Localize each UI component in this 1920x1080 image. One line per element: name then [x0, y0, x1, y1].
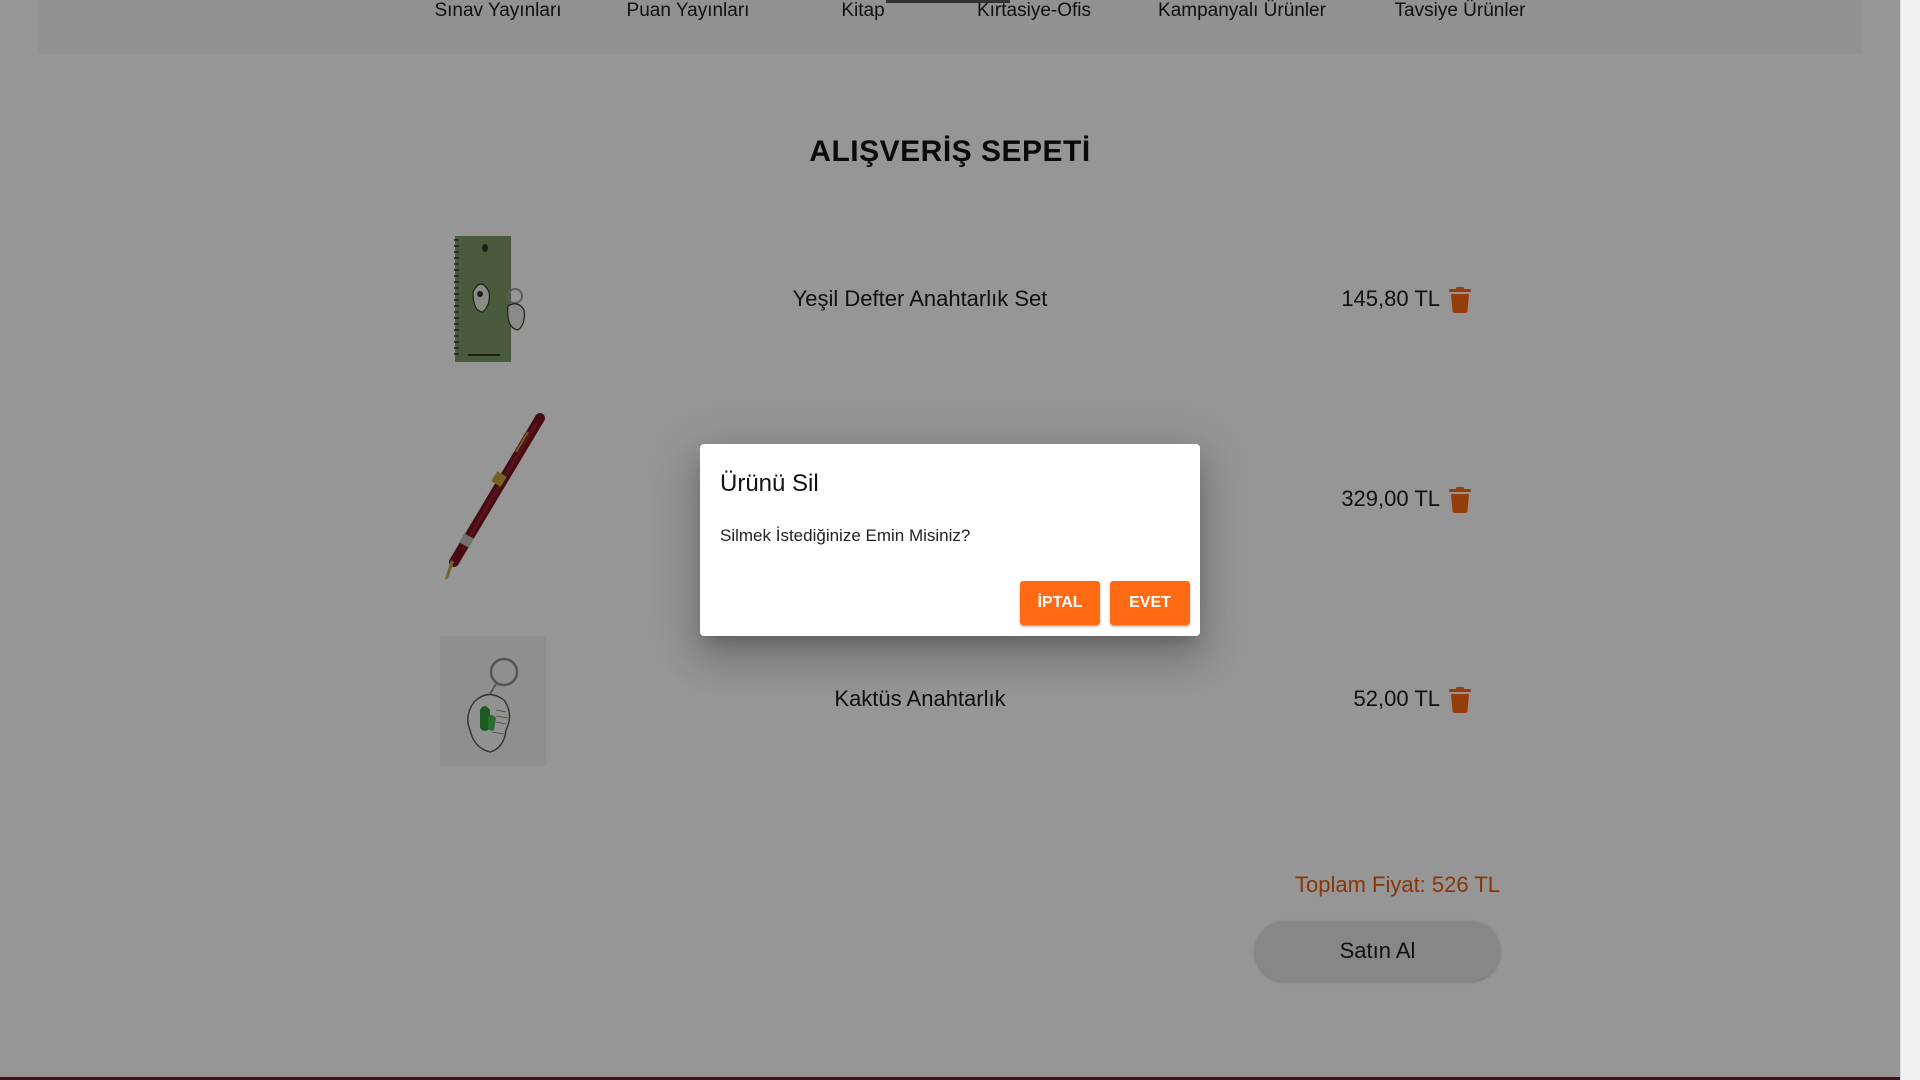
vertical-scrollbar[interactable]: [1900, 0, 1920, 1080]
dialog-title: Ürünü Sil: [720, 470, 819, 497]
cancel-button[interactable]: İPTAL: [1020, 581, 1100, 625]
dialog-message: Silmek İstediğinize Emin Misiniz?: [720, 526, 971, 545]
delete-confirm-dialog: Ürünü Sil Silmek İstediğinize Emin Misin…: [700, 444, 1200, 636]
page: Sınav Yayınları Puan Yayınları Kitap Kır…: [0, 0, 1900, 1080]
confirm-button[interactable]: EVET: [1110, 581, 1190, 625]
